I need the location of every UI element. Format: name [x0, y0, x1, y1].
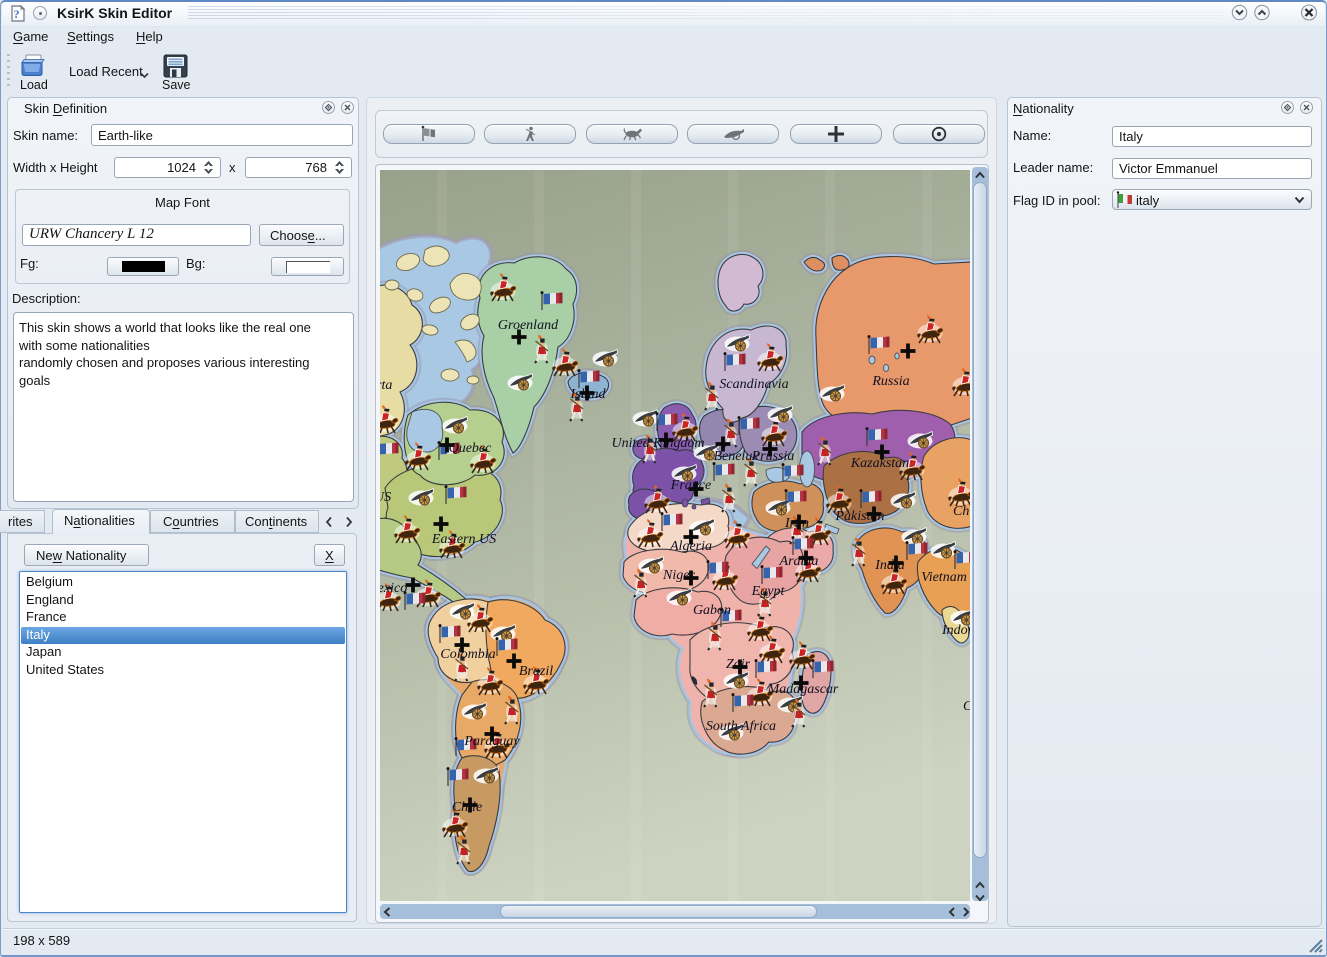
svg-text:rta: rta: [380, 378, 392, 393]
svg-text:Vietnam: Vietnam: [921, 570, 967, 585]
svg-text:Pakistan: Pakistan: [835, 509, 885, 524]
svg-text:Mexico: Mexico: [380, 581, 407, 596]
svg-text:Indon: Indon: [941, 623, 970, 638]
svg-text:Quebec: Quebec: [449, 441, 493, 456]
svg-text:Chi: Chi: [953, 504, 970, 519]
svg-text:Chile: Chile: [452, 800, 482, 815]
svg-text:South Africa: South Africa: [706, 719, 776, 734]
svg-text:Russia: Russia: [871, 374, 909, 389]
svg-text:Kazakstan: Kazakstan: [850, 456, 909, 471]
svg-text:US: US: [380, 490, 391, 505]
svg-text:Eastern US: Eastern US: [431, 532, 496, 547]
svg-text:?: ?: [14, 7, 20, 21]
svg-text:Colombia: Colombia: [440, 647, 495, 662]
svg-text:Prussia: Prussia: [751, 449, 795, 464]
svg-text:Egypt: Egypt: [751, 584, 786, 599]
svg-text:India: India: [874, 558, 905, 573]
svg-text:Groenland: Groenland: [498, 318, 559, 333]
svg-text:Scandinavia: Scandinavia: [719, 377, 788, 392]
svg-text:United Kingdom: United Kingdom: [612, 436, 705, 451]
svg-text:C: C: [963, 699, 970, 714]
svg-text:Gabon: Gabon: [693, 603, 731, 618]
svg-text:Brazil: Brazil: [519, 664, 553, 679]
